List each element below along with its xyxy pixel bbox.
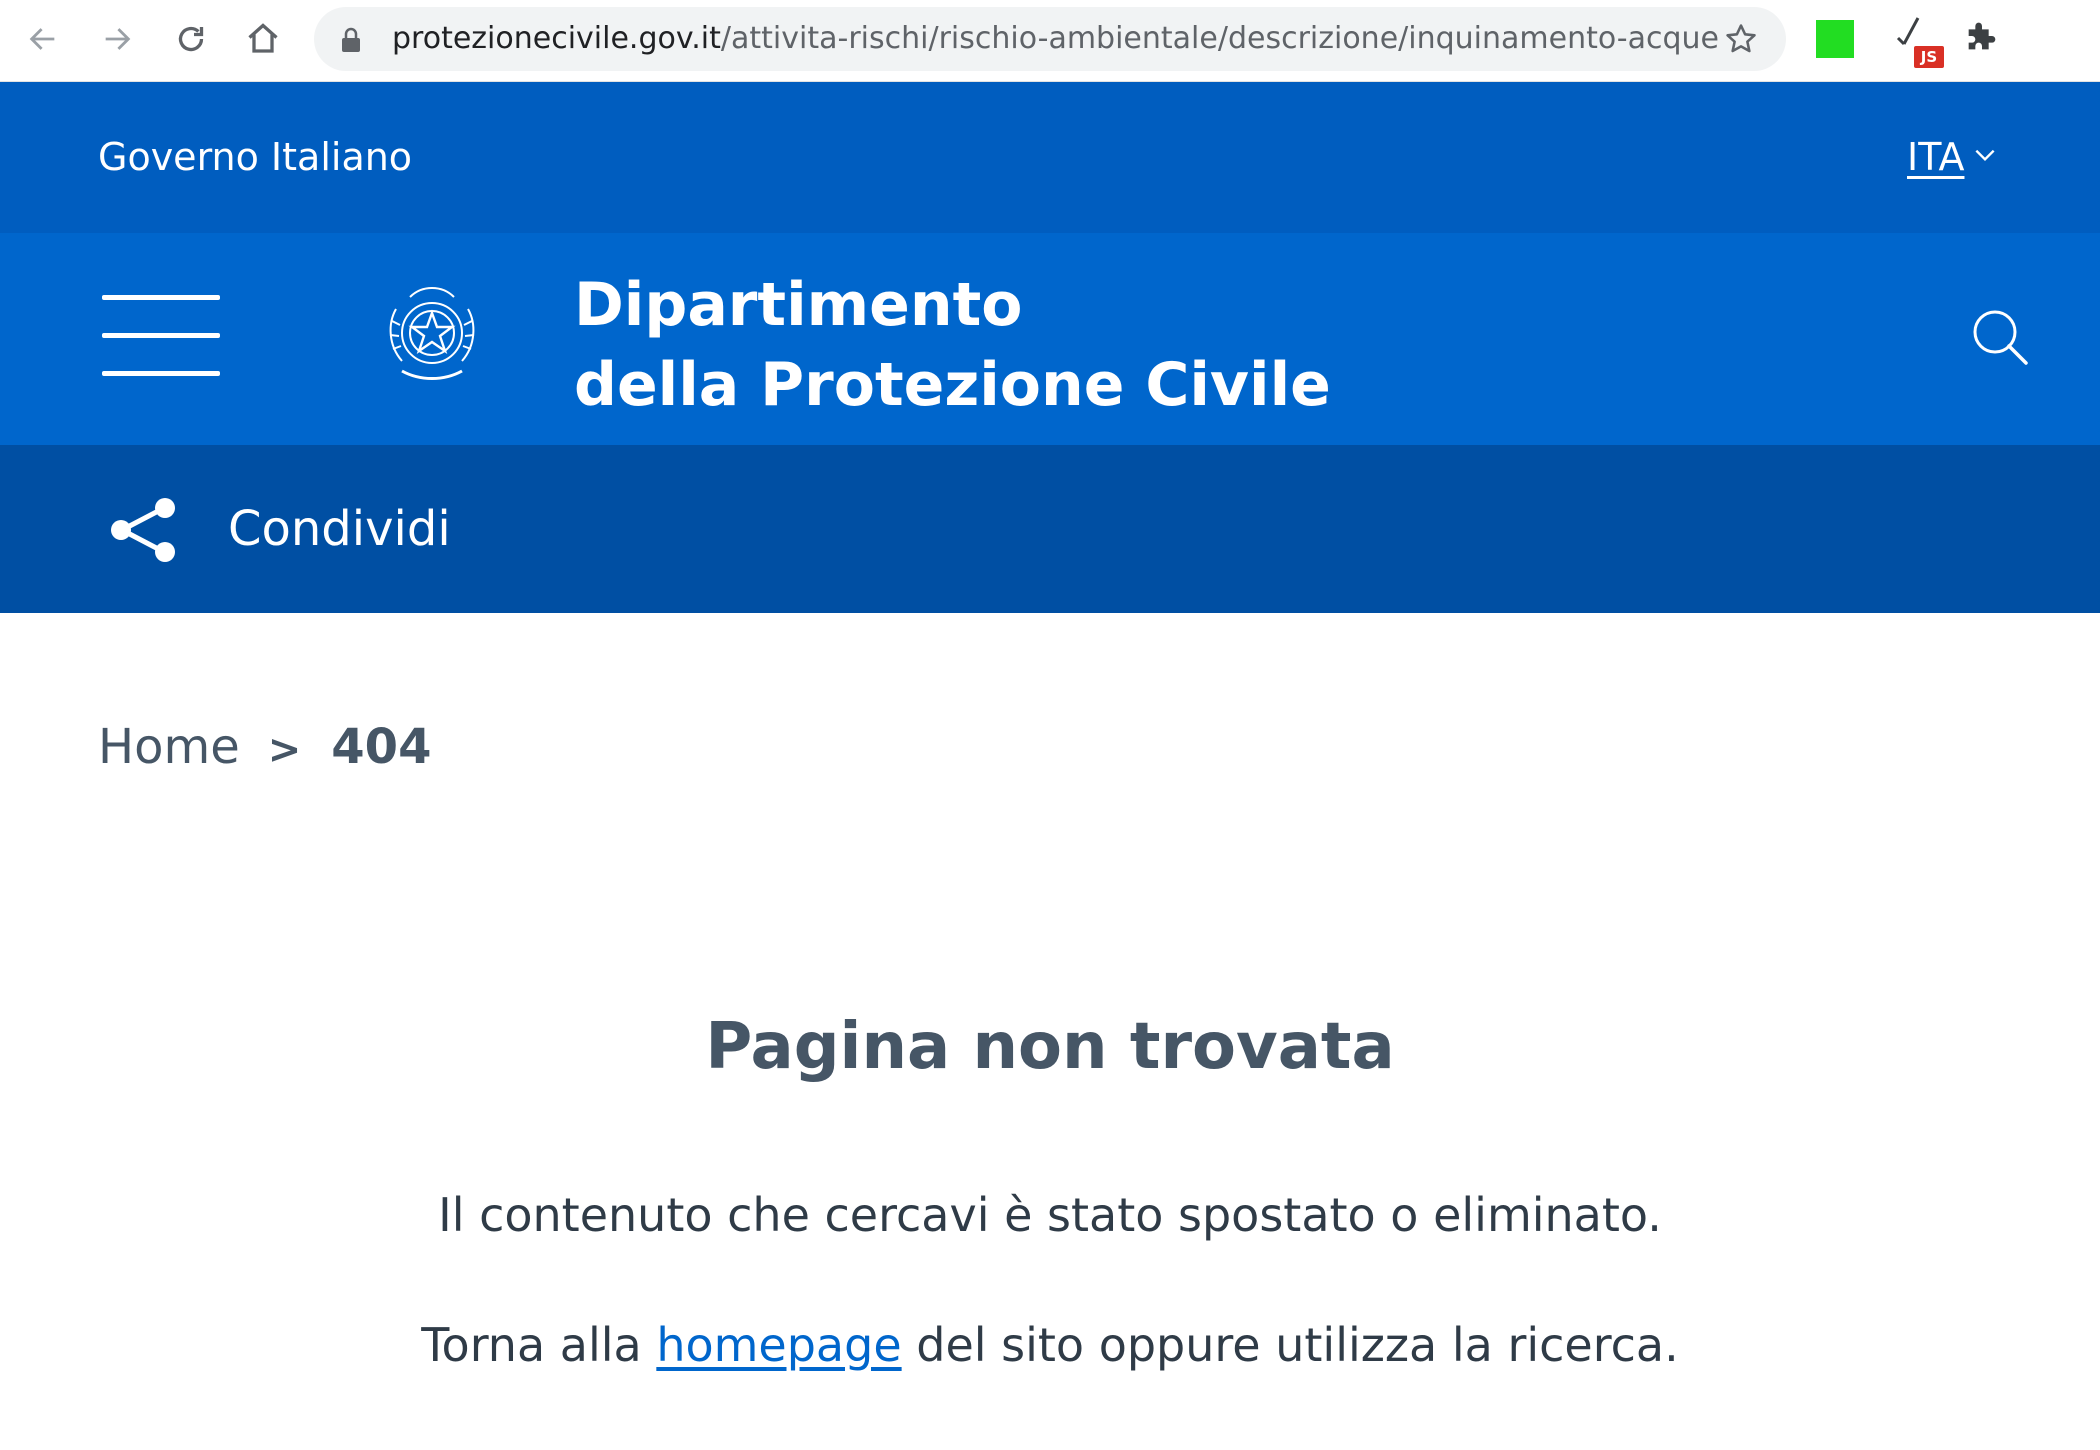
back-suffix-text: del sito oppure utilizza la ricerca. [901,1318,1679,1372]
extension-green-icon[interactable] [1816,20,1854,58]
menu-line [102,295,220,300]
back-prefix-text: Torna alla [421,1318,657,1372]
home-icon [248,23,278,53]
extension-js-icon[interactable]: JS [1892,14,1944,70]
share-bar: Condividi [0,445,2100,613]
menu-line [102,333,220,338]
not-found-message: Il contenuto che cercavi è stato spostat… [438,1188,1662,1242]
browser-toolbar: protezionecivile.gov.it/attivita-rischi/… [0,0,2100,82]
url-path: /attivita-rischi/rischio-ambientale/desc… [720,21,1719,56]
share-icon[interactable] [108,497,178,563]
arrow-right-icon [105,28,131,50]
share-button[interactable]: Condividi [228,445,451,613]
brand-line1: Dipartimento [574,270,1023,340]
home-button[interactable] [238,14,288,64]
lock-icon [342,27,360,52]
url-text: protezionecivile.gov.it/attivita-rischi/… [392,7,1719,71]
address-bar[interactable]: protezionecivile.gov.it/attivita-rischi/… [314,7,1786,71]
homepage-link[interactable]: homepage [656,1318,901,1372]
puzzle-icon[interactable] [1962,16,2002,56]
breadcrumb-home-link[interactable]: Home [98,719,240,775]
breadcrumb-separator: > [267,727,302,773]
brand-line2: della Protezione Civile [574,350,1331,420]
url-host: protezionecivile.gov.it [392,21,721,56]
reload-button[interactable] [166,14,216,64]
language-selector[interactable]: ITA [1907,82,1964,233]
reload-icon [178,26,204,52]
chevron-down-icon[interactable] [1972,142,1998,168]
slim-header: Governo Italiano ITA [0,82,2100,233]
page-title: Pagina non trovata [705,1010,1395,1084]
menu-button[interactable] [102,295,220,377]
site-brand[interactable]: Dipartimento della Protezione Civile [574,265,1331,425]
government-link[interactable]: Governo Italiano [98,82,412,233]
center-header: Dipartimento della Protezione Civile [0,233,2100,445]
republic-emblem-icon[interactable] [380,279,484,397]
breadcrumb-current: 404 [331,719,432,775]
menu-line [102,371,220,376]
arrow-left-icon [29,28,55,50]
extension-js-badge: JS [1914,46,1944,68]
search-icon[interactable] [1968,305,2032,369]
breadcrumb: Home >404 [98,712,431,782]
bookmark-star-icon[interactable] [1724,22,1758,56]
forward-button[interactable] [92,14,142,64]
back-button[interactable] [18,14,68,64]
back-to-home-message: Torna alla homepage del sito oppure util… [0,1318,2100,1372]
